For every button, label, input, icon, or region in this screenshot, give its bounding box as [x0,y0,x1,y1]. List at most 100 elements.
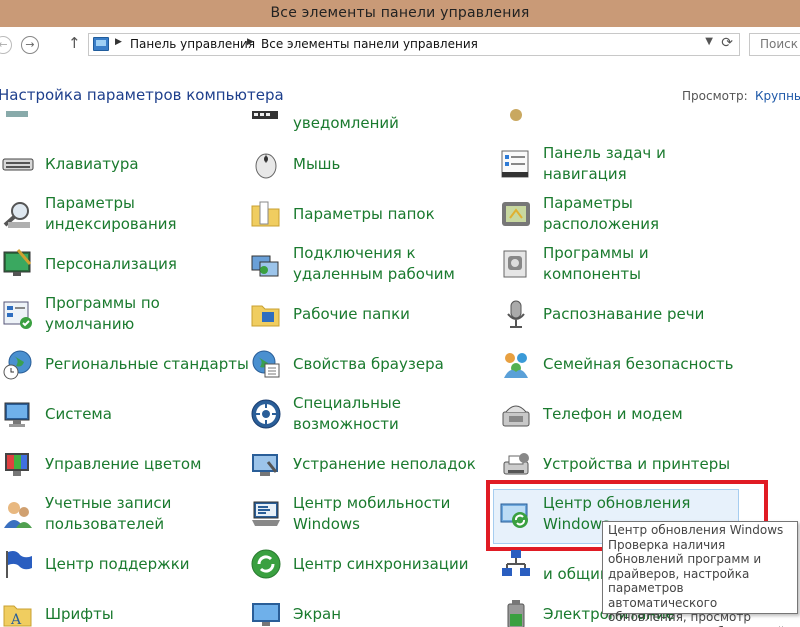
item-label: Параметры папок [293,205,435,223]
list-item-family-safety[interactable]: Семейная безопасность [500,340,740,388]
work-folders-icon [251,305,280,327]
list-item-region[interactable]: Региональные стандарты [2,340,249,388]
view-mode-dropdown[interactable]: Крупные [755,89,800,103]
item-label: Рабочие папки [293,305,410,323]
item-label: Экран [293,605,342,623]
list-item-system[interactable]: Система [2,390,242,438]
item-label: Подключения к удаленным рабочим [293,244,455,283]
internet-options-icon [252,350,280,378]
system-computer-icon [4,402,30,427]
phone-modem-icon [502,405,530,427]
sync-center-icon [251,549,281,579]
taskbar-icon [501,150,529,178]
refresh-icon[interactable]: ⟳ [721,35,733,51]
keyboard-icon [2,158,34,171]
list-item-folder-options[interactable]: Параметры папок [250,190,490,238]
list-item-programs-features[interactable]: Программы и компоненты [500,240,740,288]
mobility-center-icon [252,501,280,526]
breadcrumb-all-items[interactable]: Все элементы панели управления [261,37,478,51]
list-item-troubleshooting[interactable]: Устранение неполадок [250,440,490,488]
list-item-partial-right[interactable] [500,105,740,133]
back-arrow-icon[interactable]: ← [0,36,12,54]
user-accounts-icon [4,502,32,528]
ease-of-access-icon [251,399,281,429]
list-item-work-folders[interactable]: Рабочие папки [250,290,490,338]
search-placeholder: Поиск в [760,37,800,51]
tooltip: Центр обновления Windows Проверка наличи… [602,521,798,627]
list-item-notifications[interactable]: уведомлений [250,105,490,133]
chevron-down-icon[interactable]: ▼ [705,36,713,47]
location-icon [502,202,530,226]
list-item-keyboard[interactable]: Клавиатура [2,140,242,188]
window-titlebar: Все элементы панели управления [0,0,800,27]
tooltip-title: Центр обновления Windows [608,523,784,537]
item-label: Свойства браузера [293,355,444,373]
list-item-ease-of-access[interactable]: Специальные возможности [250,390,490,438]
list-item-display[interactable]: Экран [250,590,490,627]
list-item-action-center[interactable]: Центр поддержки [2,540,242,588]
item-label: Клавиатура [45,155,139,173]
breadcrumb-chevron-icon[interactable]: ▶ [115,37,122,47]
item-label: Управление цветом [45,455,202,473]
page-title: Настройка параметров компьютера [0,86,284,104]
list-item-indexing[interactable]: Параметры индексирования [2,190,242,238]
item-label: уведомлений [293,114,399,132]
network-sharing-icon [502,550,530,576]
list-item-partial-left[interactable] [2,105,242,133]
item-label: Параметры расположения [543,194,660,233]
list-item-fonts[interactable]: A Шрифты [2,590,242,627]
list-item-phone-modem[interactable]: Телефон и модем [500,390,740,438]
item-label: Параметры индексирования [45,194,177,233]
list-item-color-management[interactable]: Управление цветом [2,440,242,488]
default-programs-icon [3,301,32,329]
search-input[interactable]: Поиск в [749,33,800,56]
power-battery-icon [507,600,525,627]
item-label: Специальные возможности [293,394,401,433]
indexing-magnifier-icon [3,202,30,228]
item-label: Телефон и модем [543,405,683,423]
list-item-mobility-center[interactable]: Центр мобильности Windows [250,490,490,538]
item-label: Учетные записи пользователей [45,494,172,533]
personalization-icon [3,249,32,276]
navigation-bar: ← → ↑ ▶ Панель управления ▶ Все элементы… [0,27,800,63]
item-label: Программы и компоненты [543,244,649,283]
breadcrumb-control-panel[interactable]: Панель управления [130,37,255,51]
item-label: Система [45,405,112,423]
partial-icon [510,109,522,121]
list-item-remote-desktop[interactable]: Подключения к удаленным рабочим [250,240,490,288]
item-label: Центр мобильности Windows [293,494,451,533]
list-item-internet-options[interactable]: Свойства браузера [250,340,490,388]
item-label: и общим [543,565,612,583]
item-label: Центр синхронизации [293,555,469,573]
address-bar[interactable]: ▶ Панель управления ▶ Все элементы панел… [88,33,740,56]
item-label: Программы по умолчанию [45,294,160,333]
display-icon [252,603,280,626]
partial-icon [6,111,28,117]
action-center-flag-icon [6,551,32,578]
list-item-user-accounts[interactable]: Учетные записи пользователей [2,490,242,538]
mouse-icon [255,153,277,179]
forward-arrow-icon[interactable]: → [21,36,39,54]
svg-text:A: A [10,612,22,627]
list-item-speech-recognition[interactable]: Распознавание речи [500,290,740,338]
list-item-mouse[interactable]: Мышь [250,140,490,188]
item-label: Мышь [293,155,341,173]
item-label: Персонализация [45,255,177,273]
item-label: Устройства и принтеры [543,455,731,473]
item-label: Устранение неполадок [293,455,476,473]
programs-features-icon [503,250,527,278]
up-arrow-icon[interactable]: ↑ [68,34,81,52]
control-panel-icon [93,37,109,51]
notification-icon [252,111,278,119]
list-item-personalization[interactable]: Персонализация [2,240,242,288]
list-item-sync-center[interactable]: Центр синхронизации [250,540,490,588]
microphone-icon [507,300,525,328]
list-item-default-programs[interactable]: Программы по умолчанию [2,290,242,338]
list-item-taskbar[interactable]: Панель задач и навигация [500,140,740,188]
list-item-location[interactable]: Параметры расположения [500,190,740,238]
item-label: Центр поддержки [45,555,190,573]
item-label: Шрифты [45,605,114,623]
item-label: Семейная безопасность [543,355,734,373]
breadcrumb-chevron-icon[interactable]: ▶ [247,37,254,47]
devices-printers-icon [503,453,529,475]
